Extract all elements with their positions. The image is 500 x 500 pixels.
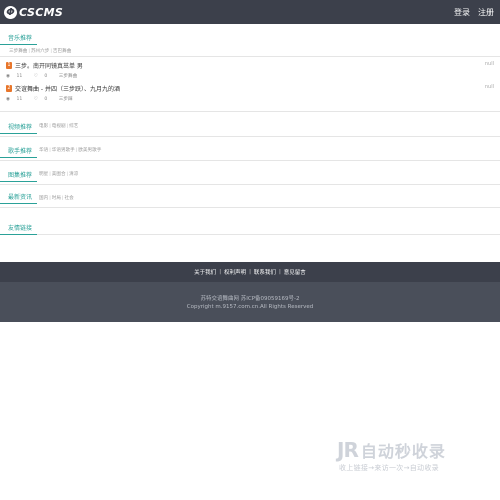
song-category[interactable]: 三步舞曲: [59, 74, 77, 79]
register-link[interactable]: 注册: [478, 7, 494, 18]
watermark: JR 自动秒收录 收上链接→来访一次→自动收录: [337, 438, 485, 476]
rank-badge: 1: [6, 62, 12, 69]
likes-count: ♡ 0: [33, 74, 48, 79]
song-category[interactable]: 三步踩: [59, 97, 73, 102]
singer-tag[interactable]: 欧美男歌手: [78, 148, 101, 153]
video-tag[interactable]: 电视剧: [52, 124, 66, 129]
auth-links: 登录 注册: [454, 7, 494, 18]
logo-text: CSCMS: [19, 5, 64, 19]
music-section-title[interactable]: 音乐推荐: [0, 33, 37, 45]
footer-link-feedback[interactable]: 意见留言: [284, 268, 306, 276]
top-header: Φ CSCMS 登录 注册: [0, 0, 500, 24]
gallery-section: 图集推荐 明星|美图合|清凉: [0, 161, 500, 185]
views-count: ◉ 11: [6, 74, 23, 79]
music-tag[interactable]: 三步舞曲: [9, 49, 27, 54]
friends-section: 友情链接: [0, 208, 500, 235]
singer-section: 歌手推荐 华语|华语男歌手|欧美男歌手: [0, 137, 500, 161]
video-section: 视频推荐 电影|电视剧|综艺: [0, 115, 500, 137]
news-section-title[interactable]: 最新资讯: [0, 192, 37, 204]
friends-section-head: 友情链接: [0, 208, 500, 235]
singer-tags: 华语|华语男歌手|欧美男歌手: [39, 148, 102, 153]
news-tag[interactable]: 社会: [65, 196, 74, 201]
video-tag[interactable]: 综艺: [69, 124, 78, 129]
music-tag[interactable]: 苏州六步: [31, 49, 49, 54]
music-list: 1 三步。南开同镜真茁单 男 null ◉ 11 ♡ 0 三步舞曲 2 交谊舞曲…: [0, 57, 500, 112]
likes-count: ♡ 0: [33, 97, 48, 102]
news-tag[interactable]: 时局: [52, 196, 61, 201]
friends-section-title[interactable]: 友情链接: [0, 223, 37, 235]
heart-icon: ♡: [33, 97, 40, 102]
song-title[interactable]: 三步。南开同镜真茁单 男: [15, 61, 83, 70]
watermark-logo: JR: [337, 438, 359, 462]
video-section-title[interactable]: 视频推荐: [0, 122, 37, 134]
singer-section-title[interactable]: 歌手推荐: [0, 146, 37, 158]
login-link[interactable]: 登录: [454, 7, 470, 18]
song-meta: ◉ 11 ♡ 0 三步舞曲: [6, 73, 82, 79]
gallery-tag[interactable]: 明星: [39, 172, 48, 177]
rank-badge: 2: [6, 85, 12, 92]
list-item[interactable]: 2 交谊舞曲 - 并四（三步跃）、九月九的酒 null ◉ 11 ♡ 0 三步踩: [6, 84, 500, 107]
gallery-section-title[interactable]: 图集推荐: [0, 170, 37, 182]
video-tag[interactable]: 电影: [39, 124, 48, 129]
site-logo[interactable]: Φ CSCMS: [4, 5, 64, 19]
footer-copyright: Copyright m.9157.com.cn.All Rights Reser…: [186, 304, 314, 310]
video-tags: 电影|电视剧|综艺: [39, 124, 79, 129]
singer-tag[interactable]: 华语: [39, 148, 48, 153]
news-tag[interactable]: 国内: [39, 196, 48, 201]
footer-link-rights[interactable]: 权利声明: [224, 268, 246, 276]
footer-links: 关于我们 | 权利声明 | 联系我们 | 意见留言: [0, 262, 500, 282]
eye-icon: ◉: [6, 74, 12, 79]
gallery-tag[interactable]: 清凉: [69, 172, 78, 177]
views-count: ◉ 11: [6, 97, 23, 102]
song-extra: null: [484, 84, 494, 90]
song-title[interactable]: 交谊舞曲 - 并四（三步跃）、九月九的酒: [15, 84, 120, 93]
music-section: 音乐推荐 三步舞曲|苏州六步|吉巴舞曲: [0, 30, 500, 57]
song-extra: null: [484, 61, 494, 67]
logo-icon: Φ: [4, 5, 17, 19]
music-tag[interactable]: 吉巴舞曲: [53, 49, 71, 54]
song-meta: ◉ 11 ♡ 0 三步踩: [6, 96, 78, 102]
footer-link-contact[interactable]: 联系我们: [254, 268, 276, 276]
news-section: 最新资讯 国内|时局|社会: [0, 185, 500, 208]
list-item[interactable]: 1 三步。南开同镜真茁单 男 null ◉ 11 ♡ 0 三步舞曲: [6, 61, 500, 84]
gallery-tag[interactable]: 美图合: [52, 172, 66, 177]
footer-site-line: 苏特交谊舞曲网 苏ICP备09059169号-2: [200, 296, 300, 302]
music-tags: 三步舞曲|苏州六步|吉巴舞曲: [9, 49, 72, 54]
gallery-tags: 明星|美图合|清凉: [39, 172, 79, 177]
watermark-sub: 收上链接→来访一次→自动收录: [339, 464, 439, 472]
singer-tag[interactable]: 华语男歌手: [52, 148, 75, 153]
news-tags: 国内|时局|社会: [39, 196, 74, 201]
eye-icon: ◉: [6, 97, 12, 102]
footer-info: 苏特交谊舞曲网 苏ICP备09059169号-2 Copyright m.915…: [0, 282, 500, 322]
footer-link-about[interactable]: 关于我们: [194, 268, 216, 276]
watermark-brand: 自动秒收录: [360, 442, 446, 461]
heart-icon: ♡: [33, 74, 40, 79]
music-section-head: 音乐推荐: [0, 30, 500, 45]
